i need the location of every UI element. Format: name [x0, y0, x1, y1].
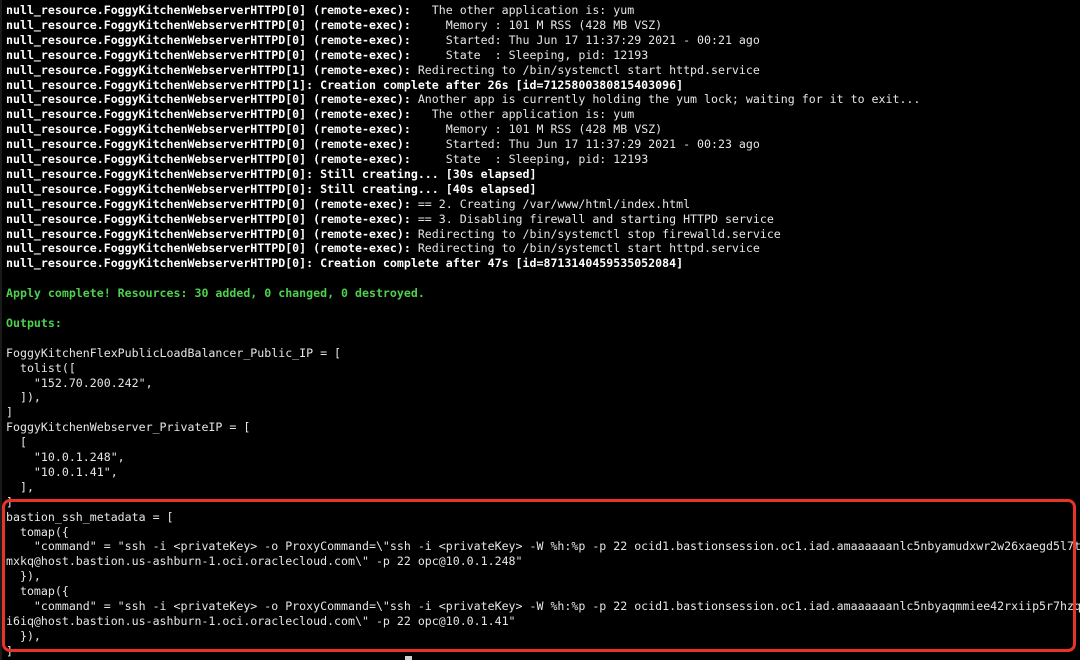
- terminal-text-segment: null_resource.FoggyKitchenWebserverHTTPD…: [6, 32, 418, 47]
- terminal-line: Apply complete! Resources: 30 added, 0 c…: [6, 286, 425, 301]
- terminal-text-segment: null_resource.FoggyKitchenWebserverHTTPD…: [6, 17, 418, 32]
- terminal-line: "command" = "ssh -i <privateKey> -o Prox…: [6, 539, 1080, 554]
- terminal-text-segment: ],: [6, 479, 34, 494]
- terminal-line: ]),: [6, 390, 41, 405]
- terminal-line: ]: [6, 405, 13, 420]
- terminal-text-segment: }),: [6, 569, 41, 584]
- terminal-window[interactable]: null_resource.FoggyKitchenWebserverHTTPD…: [0, 0, 1080, 660]
- terminal-line: null_resource.FoggyKitchenWebserverHTTPD…: [6, 197, 690, 212]
- terminal-line: FoggyKitchenFlexPublicLoadBalancer_Publi…: [6, 346, 341, 361]
- terminal-line: tolist([: [6, 361, 76, 376]
- terminal-line: null_resource.FoggyKitchenWebserverHTTPD…: [6, 92, 920, 107]
- terminal-text-segment: ]: [6, 643, 13, 658]
- terminal-text-segment: Memory : 101 M RSS (428 MB VSZ): [417, 17, 663, 32]
- terminal-text-segment: Redirecting to /bin/systemctl start http…: [417, 62, 760, 77]
- terminal-text-segment: "152.70.200.242",: [6, 375, 153, 390]
- terminal-text-segment: ]: [6, 494, 13, 509]
- terminal-text-segment: Redirecting to /bin/systemctl stop firew…: [417, 226, 781, 241]
- terminal-line: null_resource.FoggyKitchenWebserverHTTPD…: [6, 241, 760, 256]
- terminal-text-segment: tolist([: [6, 360, 76, 375]
- terminal-text-segment: null_resource.FoggyKitchenWebserverHTTPD…: [6, 226, 418, 241]
- terminal-text-segment: null_resource.FoggyKitchenWebserverHTTPD…: [6, 137, 418, 152]
- terminal-line: null_resource.FoggyKitchenWebserverHTTPD…: [6, 212, 774, 227]
- terminal-text-segment: null_resource.FoggyKitchenWebserverHTTPD…: [6, 166, 537, 181]
- terminal-text-segment: tomap({: [6, 524, 69, 539]
- terminal-text-segment: "command" = "ssh -i <privateKey> -o Prox…: [33, 539, 1080, 554]
- terminal-line: null_resource.FoggyKitchenWebserverHTTPD…: [6, 152, 648, 167]
- terminal-line: ]: [6, 495, 13, 510]
- terminal-text-segment: FoggyKitchenWebserver_PrivateIP = [: [6, 420, 251, 435]
- terminal-text-segment: null_resource.FoggyKitchenWebserverHTTPD…: [6, 196, 418, 211]
- window-edge: [0, 0, 2, 660]
- terminal-line: ],: [6, 480, 34, 495]
- terminal-text-segment: }),: [6, 628, 41, 643]
- terminal-text-segment: == 2. Creating /var/www/html/index.html: [417, 196, 691, 211]
- terminal-text-segment: Started: Thu Jun 17 11:37:29 2021 - 00:2…: [417, 32, 760, 47]
- terminal-line: [: [6, 435, 27, 450]
- terminal-text-segment: "10.0.1.248",: [6, 450, 125, 464]
- terminal-text-segment: null_resource.FoggyKitchenWebserverHTTPD…: [6, 92, 418, 107]
- terminal-text-segment: Outputs:: [6, 315, 62, 330]
- terminal-text-segment: null_resource.FoggyKitchenWebserverHTTPD…: [6, 211, 418, 226]
- terminal-text-segment: State : Sleeping, pid: 12193: [417, 152, 649, 166]
- terminal-text-segment: The other application is: yum: [417, 3, 635, 17]
- terminal-line: tomap({: [6, 584, 69, 599]
- terminal-line: ]: [6, 644, 13, 659]
- terminal-text-segment: Started: Thu Jun 17 11:37:29 2021 - 00:2…: [417, 137, 760, 152]
- terminal-text-segment: ]: [6, 405, 13, 420]
- terminal-text-segment: i6iq@host.bastion.us-ashburn-1.oci.oracl…: [6, 613, 516, 628]
- terminal-text-segment: Another app is currently holding the yum…: [417, 92, 921, 107]
- terminal-text-segment: ]),: [6, 390, 41, 405]
- terminal-text-segment: null_resource.FoggyKitchenWebserverHTTPD…: [6, 241, 418, 256]
- terminal-line: "command" = "ssh -i <privateKey> -o Prox…: [6, 599, 1080, 614]
- terminal-text-segment: null_resource.FoggyKitchenWebserverHTTPD…: [6, 47, 418, 62]
- terminal-line: null_resource.FoggyKitchenWebserverHTTPD…: [6, 33, 760, 48]
- terminal-line: "10.0.1.41",: [6, 465, 118, 480]
- terminal-line: null_resource.FoggyKitchenWebserverHTTPD…: [6, 122, 662, 137]
- terminal-line: null_resource.FoggyKitchenWebserverHTTPD…: [6, 107, 634, 122]
- terminal-line: }),: [6, 629, 41, 644]
- terminal-line: null_resource.FoggyKitchenWebserverHTTPD…: [6, 182, 536, 197]
- terminal-line: null_resource.FoggyKitchenWebserverHTTPD…: [6, 78, 683, 93]
- terminal-text-segment: [: [6, 435, 27, 450]
- terminal-line: null_resource.FoggyKitchenWebserverHTTPD…: [6, 167, 536, 182]
- terminal-text-segment: null_resource.FoggyKitchenWebserverHTTPD…: [6, 152, 418, 166]
- terminal-text-segment: mxkq@host.bastion.us-ashburn-1.oci.oracl…: [6, 554, 523, 569]
- terminal-line: "10.0.1.248",: [6, 450, 125, 465]
- terminal-text-segment: "10.0.1.41",: [6, 464, 118, 479]
- terminal-line: null_resource.FoggyKitchenWebserverHTTPD…: [6, 48, 648, 63]
- terminal-text-segment: null_resource.FoggyKitchenWebserverHTTPD…: [6, 256, 684, 271]
- terminal-text-segment: Memory : 101 M RSS (428 MB VSZ): [417, 122, 663, 137]
- terminal-line: null_resource.FoggyKitchenWebserverHTTPD…: [6, 3, 634, 18]
- terminal-text-segment: State : Sleeping, pid: 12193: [417, 47, 649, 62]
- terminal-text-segment: bastion_ssh_metadata = [: [6, 509, 174, 524]
- terminal-line: }),: [6, 569, 41, 584]
- terminal-text-segment: Redirecting to /bin/systemctl start http…: [417, 241, 760, 256]
- terminal-text-segment: null_resource.FoggyKitchenWebserverHTTPD…: [6, 107, 418, 122]
- terminal-line: null_resource.FoggyKitchenWebserverHTTPD…: [6, 256, 683, 271]
- terminal-line: null_resource.FoggyKitchenWebserverHTTPD…: [6, 63, 760, 78]
- terminal-text-segment: null_resource.FoggyKitchenWebserverHTTPD…: [6, 181, 537, 196]
- terminal-line: null_resource.FoggyKitchenWebserverHTTPD…: [6, 18, 662, 33]
- terminal-text-segment: == 3. Disabling firewall and starting HT…: [417, 211, 774, 226]
- terminal-line: null_resource.FoggyKitchenWebserverHTTPD…: [6, 137, 760, 152]
- text-cursor: [405, 656, 412, 660]
- terminal-line: Outputs:: [6, 316, 62, 331]
- terminal-text-segment: null_resource.FoggyKitchenWebserverHTTPD…: [6, 77, 684, 92]
- terminal-line: "152.70.200.242",: [6, 376, 153, 391]
- terminal-line: mxkq@host.bastion.us-ashburn-1.oci.oracl…: [6, 554, 523, 569]
- terminal-text-segment: The other application is: yum: [417, 107, 635, 122]
- terminal-line: i6iq@host.bastion.us-ashburn-1.oci.oracl…: [6, 614, 516, 629]
- terminal-line: tomap({: [6, 525, 69, 540]
- terminal-text-segment: "command" = "ssh -i <privateKey> -o Prox…: [33, 599, 1080, 613]
- terminal-text-segment: null_resource.FoggyKitchenWebserverHTTPD…: [6, 62, 418, 77]
- terminal-text-segment: FoggyKitchenFlexPublicLoadBalancer_Publi…: [6, 345, 342, 360]
- terminal-text-segment: Apply complete! Resources: 30 added, 0 c…: [6, 286, 425, 301]
- terminal-line: null_resource.FoggyKitchenWebserverHTTPD…: [6, 227, 781, 242]
- terminal-line: FoggyKitchenWebserver_PrivateIP = [: [6, 420, 250, 435]
- terminal-line: bastion_ssh_metadata = [: [6, 510, 174, 525]
- terminal-text-segment: tomap({: [6, 584, 69, 599]
- terminal-text-segment: null_resource.FoggyKitchenWebserverHTTPD…: [6, 3, 418, 17]
- terminal-text-segment: null_resource.FoggyKitchenWebserverHTTPD…: [6, 122, 418, 137]
